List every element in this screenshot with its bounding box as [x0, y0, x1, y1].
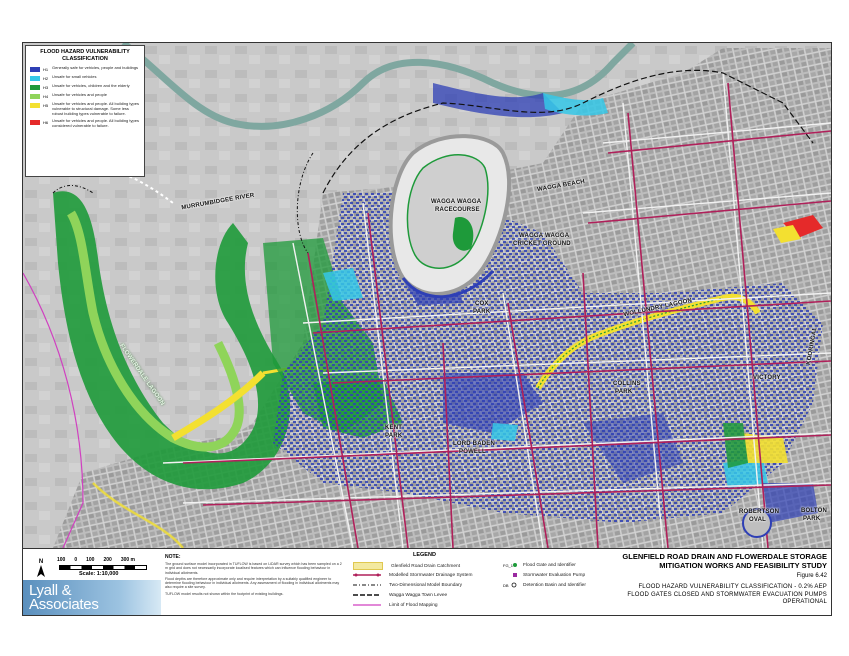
scale-block: N 100 0 100 200 300 m Scale: 1:10,000: [29, 553, 157, 579]
scale-tick: 0: [74, 557, 78, 563]
basin-code: DB: [503, 583, 509, 588]
scale-tick: 100: [86, 557, 95, 563]
legend-label: Stormwater Evaluation Pump: [523, 572, 586, 578]
drainage-symbol: [353, 572, 381, 578]
note-block: NOTE: The ground surface model incorpora…: [165, 554, 343, 598]
label-collins-park-1: COLLINS: [613, 381, 641, 387]
label-cox-park-1: COX: [475, 301, 489, 307]
label-lord-baden-1: LORD BADEN: [453, 441, 495, 447]
hazard-legend-title: FLOOD HAZARD VULNERABILITY CLASSIFICATIO…: [30, 49, 140, 62]
title-block-panel: N 100 0 100 200 300 m Scale: 1:10,000 Ly…: [23, 548, 831, 615]
hazard-code: H1: [43, 67, 49, 72]
levee-symbol: [353, 592, 381, 598]
hazard-code: H2: [43, 76, 49, 81]
basin-symbol: DB: [503, 582, 517, 588]
legend-item-drainage: Modelled Stormwater Drainage System: [353, 572, 472, 578]
figure-caption-line2: FLOOD GATES CLOSED AND STORMWATER EVACUA…: [627, 591, 827, 606]
flood-gate-symbol: FG_1: [503, 562, 517, 568]
pump-symbol: [503, 572, 517, 578]
scale-text: Scale: 1:10,000: [79, 571, 119, 577]
hazard-item-h3: H3 Unsafe for vehicles, children and the…: [30, 83, 140, 90]
label-bolton-park-1: BOLTON: [801, 508, 827, 514]
hazard-item-h5: H5 Unsafe for vehicles and people. All b…: [30, 101, 140, 116]
study-title-line1: GLENFIELD ROAD DRAIN AND FLOWERDALE STOR…: [622, 552, 827, 561]
limit-symbol: [353, 602, 381, 608]
scale-tick: 100: [57, 557, 66, 563]
legend-item-model-boundary: Two-Dimensional Model Boundary: [353, 582, 462, 588]
legend-item-limit: Limit of Flood Mapping: [353, 602, 438, 608]
company-name-line2: Associates: [29, 596, 99, 613]
legend-label: Modelled Stormwater Drainage System: [389, 572, 473, 578]
label-lord-baden-2: POWELL: [459, 449, 486, 455]
figure-number: Figure 6.42: [796, 573, 827, 579]
legend-label: Wagga Wagga Town Levee: [389, 592, 448, 598]
map-sheet: MURRUMBIDGEE RIVER FLOWERDALE LAGOON WAG…: [22, 42, 832, 616]
hazard-swatch-h1: [30, 67, 40, 72]
hazard-item-h2: H2 Unsafe for small vehicles: [30, 74, 140, 81]
hazard-legend-title-line1: FLOOD HAZARD VULNERABILITY: [40, 49, 130, 55]
north-arrow-icon: N: [37, 559, 45, 577]
catchment-symbol: [353, 562, 383, 570]
north-letter: N: [39, 559, 43, 565]
hazard-item-h4: H4 Unsafe for vehicles and people: [30, 92, 140, 99]
hazard-description: Generally safe for vehicles, people and …: [52, 65, 139, 70]
company-logo: Lyall & Associates: [23, 580, 161, 615]
legend-label: Detention Basin and Identifier: [523, 582, 586, 588]
scale-tick: 200: [103, 557, 112, 563]
hazard-code: H6: [43, 120, 49, 126]
boundary-symbol: [353, 582, 381, 588]
hazard-description: Unsafe for vehicles and people. All buil…: [52, 118, 139, 129]
legend-item-catchment: Glenfield Road Drain Catchment: [353, 562, 460, 570]
note-title: NOTE:: [165, 554, 181, 560]
label-robertson-oval-2: OVAL: [749, 517, 767, 523]
flood-gate-code: FG_1: [503, 563, 514, 568]
label-bolton-park-2: PARK: [803, 516, 821, 522]
label-cox-park-2: PARK: [473, 309, 491, 315]
hazard-description: Unsafe for vehicles, children and the el…: [52, 83, 130, 88]
hazard-swatch-h5: [30, 103, 40, 108]
legend-title: LEGEND: [413, 552, 436, 558]
hazard-swatch-h6: [30, 120, 40, 126]
study-title-line2: MITIGATION WORKS AND FEASIBILITY STUDY: [659, 561, 827, 570]
note-paragraph: Flood depths are therefore approximate o…: [165, 576, 340, 590]
hazard-description: Unsafe for vehicles and people: [52, 92, 107, 97]
scale-ticks: 100 0 100 200 300 m: [57, 557, 135, 563]
legend-item-pump: Stormwater Evaluation Pump: [503, 572, 585, 578]
hazard-code: H3: [43, 85, 49, 90]
hazard-swatch-h4: [30, 94, 40, 99]
label-racecourse-2: RACECOURSE: [435, 207, 480, 213]
legend-item-flood-gate: FG_1 Flood Gate and Identifier: [503, 562, 576, 569]
hazard-swatch-h3: [30, 85, 40, 90]
legend-label: Limit of Flood Mapping: [389, 602, 438, 608]
hazard-legend-title-line2: CLASSIFICATION: [62, 55, 108, 62]
hazard-description: Unsafe for small vehicles: [52, 74, 97, 79]
label-collins-park-2: PARK: [615, 389, 633, 395]
hazard-code: H5: [43, 103, 49, 108]
legend-item-levee: Wagga Wagga Town Levee: [353, 592, 447, 598]
label-victory: VICTORY: [753, 375, 781, 381]
hazard-item-h6: H6 Unsafe for vehicles and people. All b…: [30, 119, 140, 129]
hazard-legend: FLOOD HAZARD VULNERABILITY CLASSIFICATIO…: [25, 45, 145, 177]
scale-bar: [59, 565, 147, 570]
legend-label: Two-Dimensional Model Boundary: [389, 582, 463, 588]
scale-tick: 300 m: [120, 557, 135, 563]
label-kent-park-1: KENT: [385, 425, 403, 431]
note-paragraph: TUFLOW model results not shown within th…: [165, 591, 284, 596]
legend-label: Flood Gate and Identifier: [523, 562, 576, 568]
legend-label: Glenfield Road Drain Catchment: [391, 563, 461, 569]
hazard-code: H4: [43, 94, 49, 99]
hazard-item-h1: H1 Generally safe for vehicles, people a…: [30, 65, 140, 72]
label-cricket-ground-1: WAGGA WAGGA: [519, 233, 570, 239]
hazard-swatch-h2: [30, 76, 40, 81]
label-kent-park-2: PARK: [385, 433, 403, 439]
label-racecourse-1: WAGGA WAGGA: [431, 199, 482, 205]
study-title-block: GLENFIELD ROAD DRAIN AND FLOWERDALE STOR…: [613, 552, 827, 607]
note-paragraph: The ground surface model incorporated in…: [165, 562, 342, 575]
label-robertson-oval-1: ROBERTSON: [739, 509, 780, 515]
map-legend: LEGEND Glenfield Road Drain Catchment Mo…: [353, 552, 607, 614]
figure-caption-line1: FLOOD HAZARD VULNERABILITY CLASSIFICATIO…: [638, 584, 827, 590]
legend-item-basin: DB Detention Basin and Identifier: [503, 582, 586, 589]
hazard-description: Unsafe for vehicles and people. All buil…: [52, 101, 139, 116]
label-cricket-ground-2: CRICKET GROUND: [513, 241, 571, 247]
